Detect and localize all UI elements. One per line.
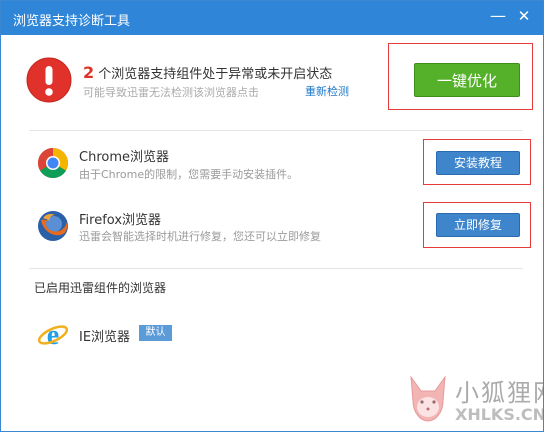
ie-name: IE浏览器 [79, 330, 131, 345]
divider [29, 268, 523, 269]
title-bar: 浏览器支持诊断工具 — ✕ [1, 1, 543, 35]
one-click-optimize-button[interactable]: 一键优化 [414, 63, 520, 97]
ie-icon: e [37, 320, 69, 350]
repair-now-button[interactable]: 立即修复 [436, 213, 520, 237]
enabled-browsers-heading: 已启用迅雷组件的浏览器 [34, 281, 167, 295]
watermark-text-en: XHLKS.CN [455, 405, 544, 424]
install-guide-button[interactable]: 安装教程 [436, 151, 520, 175]
fox-logo-icon [410, 375, 446, 422]
main-content: 2 个浏览器支持组件处于异常或未开启状态 可能导致迅雷无法检测该浏览器点击 重新… [1, 35, 544, 431]
chrome-name: Chrome浏览器 [79, 150, 169, 165]
minimize-button[interactable]: — [487, 5, 509, 27]
close-button[interactable]: ✕ [513, 5, 535, 27]
abnormal-count: 2 [83, 63, 95, 82]
default-badge: 默认 [139, 325, 172, 341]
alert-subtext: 可能导致迅雷无法检测该浏览器点击 [83, 86, 259, 99]
watermark: 小狐狸网 XHLKS.CN [405, 369, 544, 429]
svg-text:e: e [47, 320, 59, 350]
chrome-icon [37, 148, 69, 179]
alert-message: 2 个浏览器支持组件处于异常或未开启状态 [83, 63, 332, 82]
firefox-name: Firefox浏览器 [79, 213, 162, 228]
alert-message-text: 个浏览器支持组件处于异常或未开启状态 [94, 67, 333, 82]
divider [29, 130, 523, 131]
window-title: 浏览器支持诊断工具 [13, 14, 131, 29]
exclamation-circle-icon [26, 57, 72, 103]
diagnostic-window: 浏览器支持诊断工具 — ✕ 2 个浏览器支持组件处于异常或未开启状态 可能导致迅… [0, 0, 544, 432]
firefox-desc: 迅雷会智能选择时机进行修复，您还可以立即修复 [79, 230, 321, 243]
firefox-icon [38, 211, 68, 241]
chrome-desc: 由于Chrome的限制，您需要手动安装插件。 [79, 168, 299, 181]
redetect-link[interactable]: 重新检测 [305, 83, 349, 99]
watermark-text-cn: 小狐狸网 [455, 379, 543, 407]
